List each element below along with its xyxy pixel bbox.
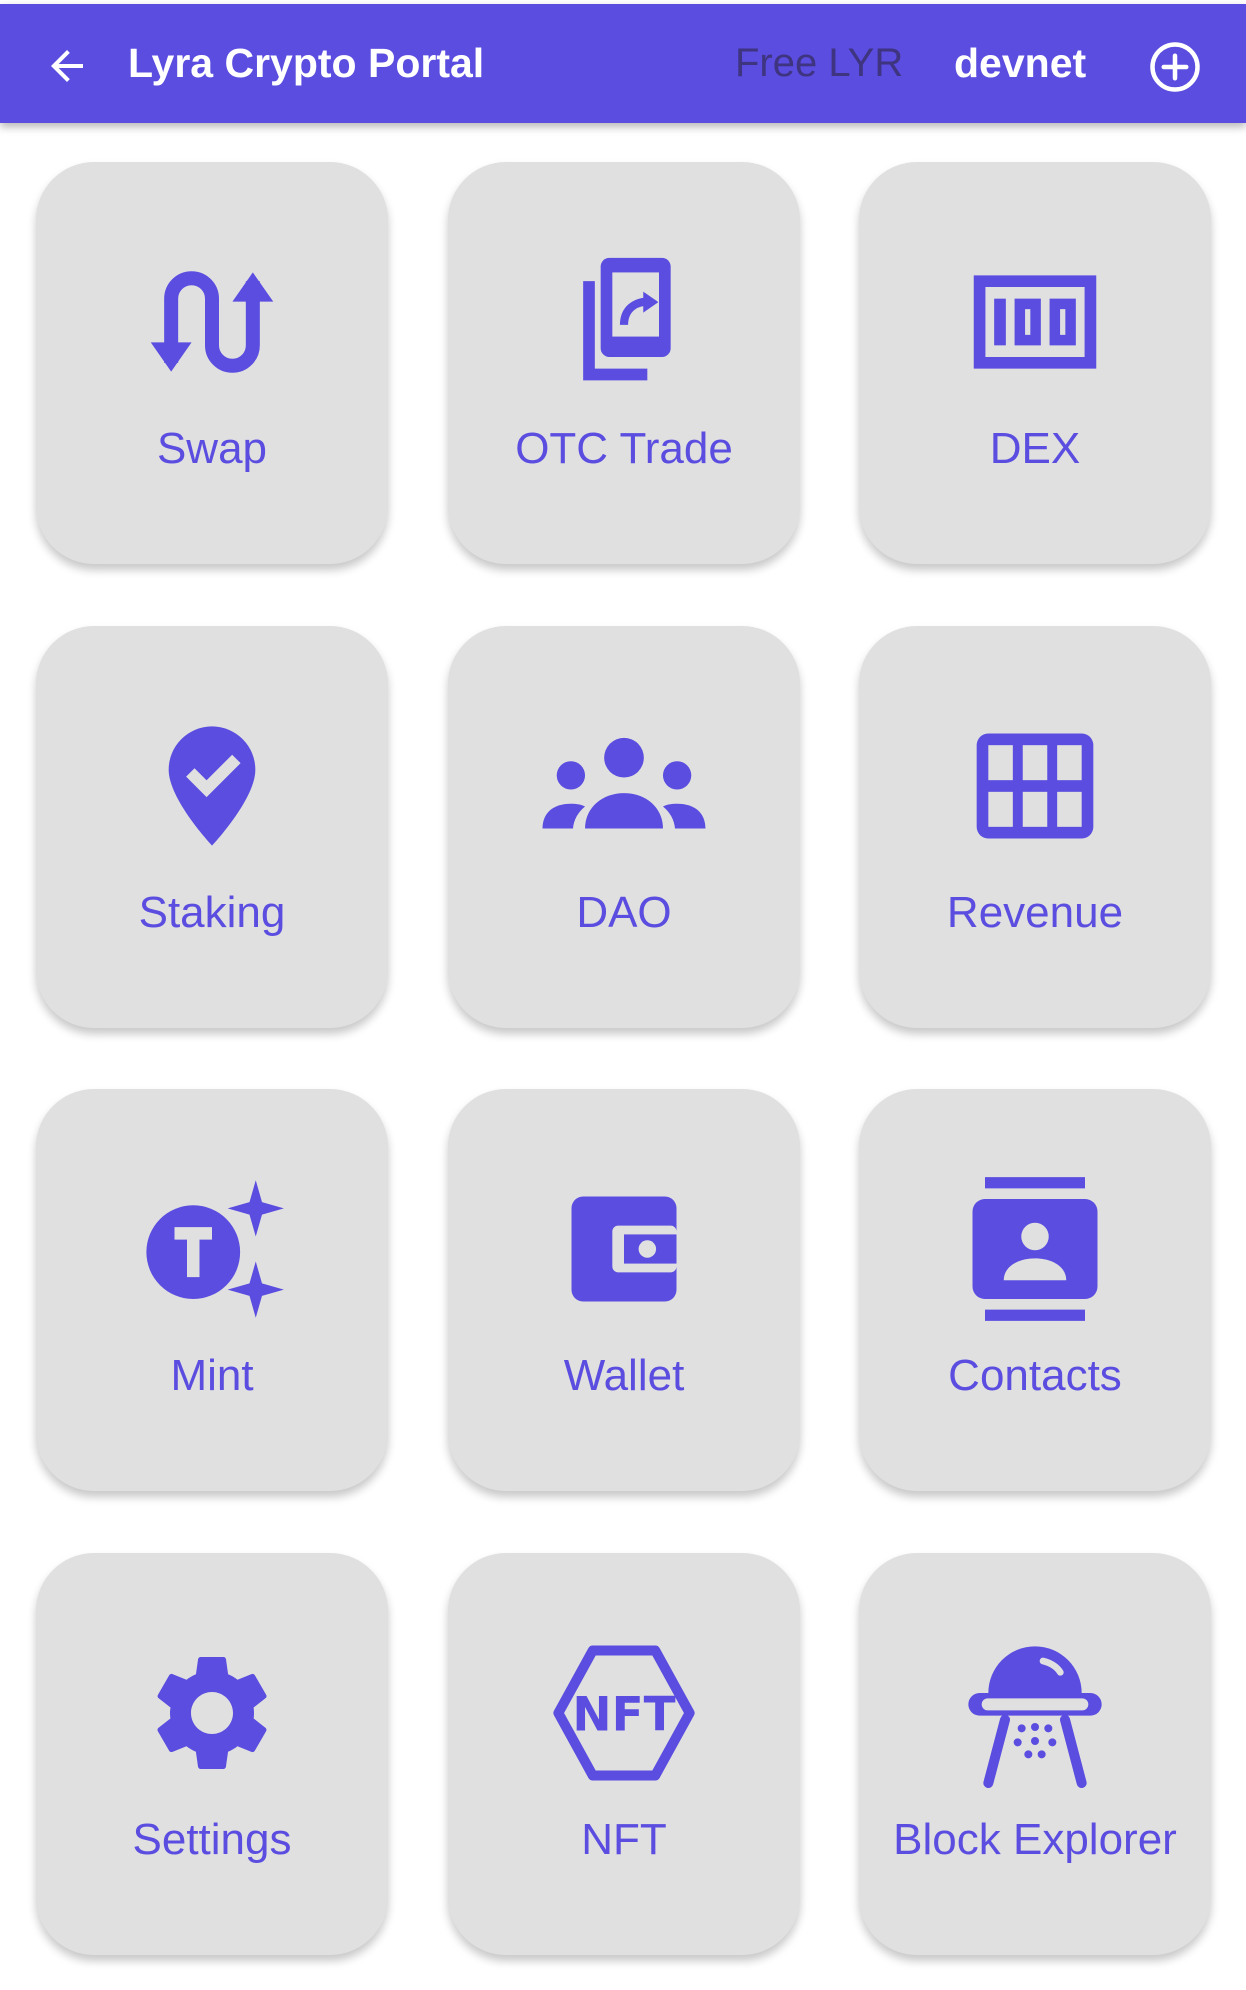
- add-circle-icon: [1150, 42, 1200, 92]
- tile-contacts[interactable]: Contacts: [859, 1089, 1211, 1491]
- tile-label: DAO: [576, 888, 672, 937]
- svg-text:NFT: NFT: [572, 1688, 675, 1743]
- tile-dex[interactable]: DEX: [859, 162, 1211, 564]
- tile-label: DEX: [989, 424, 1081, 473]
- tile-wallet[interactable]: Wallet: [448, 1089, 800, 1491]
- tile-label: NFT: [581, 1815, 667, 1864]
- tile-otc-trade[interactable]: OTC Trade: [448, 162, 800, 564]
- tile-mint[interactable]: Mint: [36, 1089, 388, 1491]
- mint-icon: [146, 1180, 284, 1318]
- network-selector[interactable]: devnet: [954, 4, 1086, 123]
- tile-dao[interactable]: DAO: [448, 626, 800, 1028]
- block-explorer-icon: [968, 1646, 1102, 1788]
- app-bar: Lyra Crypto Portal Free LYR devnet: [0, 4, 1246, 123]
- back-button[interactable]: [40, 39, 94, 93]
- tile-nft[interactable]: NFT NFT: [448, 1553, 800, 1955]
- free-lyr-button[interactable]: Free LYR: [735, 4, 903, 123]
- tile-settings[interactable]: Settings: [36, 1553, 388, 1955]
- revenue-icon: [976, 733, 1094, 839]
- contacts-icon: [972, 1177, 1098, 1321]
- tile-label: Swap: [156, 424, 268, 473]
- dex-icon: [973, 275, 1097, 369]
- wallet-icon: [571, 1196, 677, 1302]
- dao-icon: [542, 737, 706, 829]
- tile-label: OTC Trade: [515, 424, 733, 473]
- tile-label: Revenue: [946, 888, 1124, 937]
- otc-trade-icon: [583, 257, 671, 381]
- app-title: Lyra Crypto Portal: [128, 40, 485, 86]
- tile-swap[interactable]: Swap: [36, 162, 388, 564]
- arrow-back-icon: [51, 50, 83, 82]
- tile-label: Wallet: [563, 1351, 685, 1400]
- tile-label: Contacts: [948, 1351, 1122, 1400]
- nft-icon: NFT: [553, 1645, 695, 1781]
- tile-label: Settings: [132, 1815, 292, 1864]
- tile-staking[interactable]: Staking: [36, 626, 388, 1028]
- swap-icon: [150, 271, 274, 373]
- tile-label: Staking: [138, 888, 286, 937]
- tile-label: Mint: [170, 1351, 254, 1400]
- staking-icon: [168, 726, 256, 846]
- tile-block-explorer[interactable]: Block Explorer: [859, 1553, 1211, 1955]
- tile-label: Block Explorer: [893, 1815, 1177, 1864]
- tile-revenue[interactable]: Revenue: [859, 626, 1211, 1028]
- add-button[interactable]: [1148, 40, 1202, 94]
- settings-icon: [157, 1657, 267, 1769]
